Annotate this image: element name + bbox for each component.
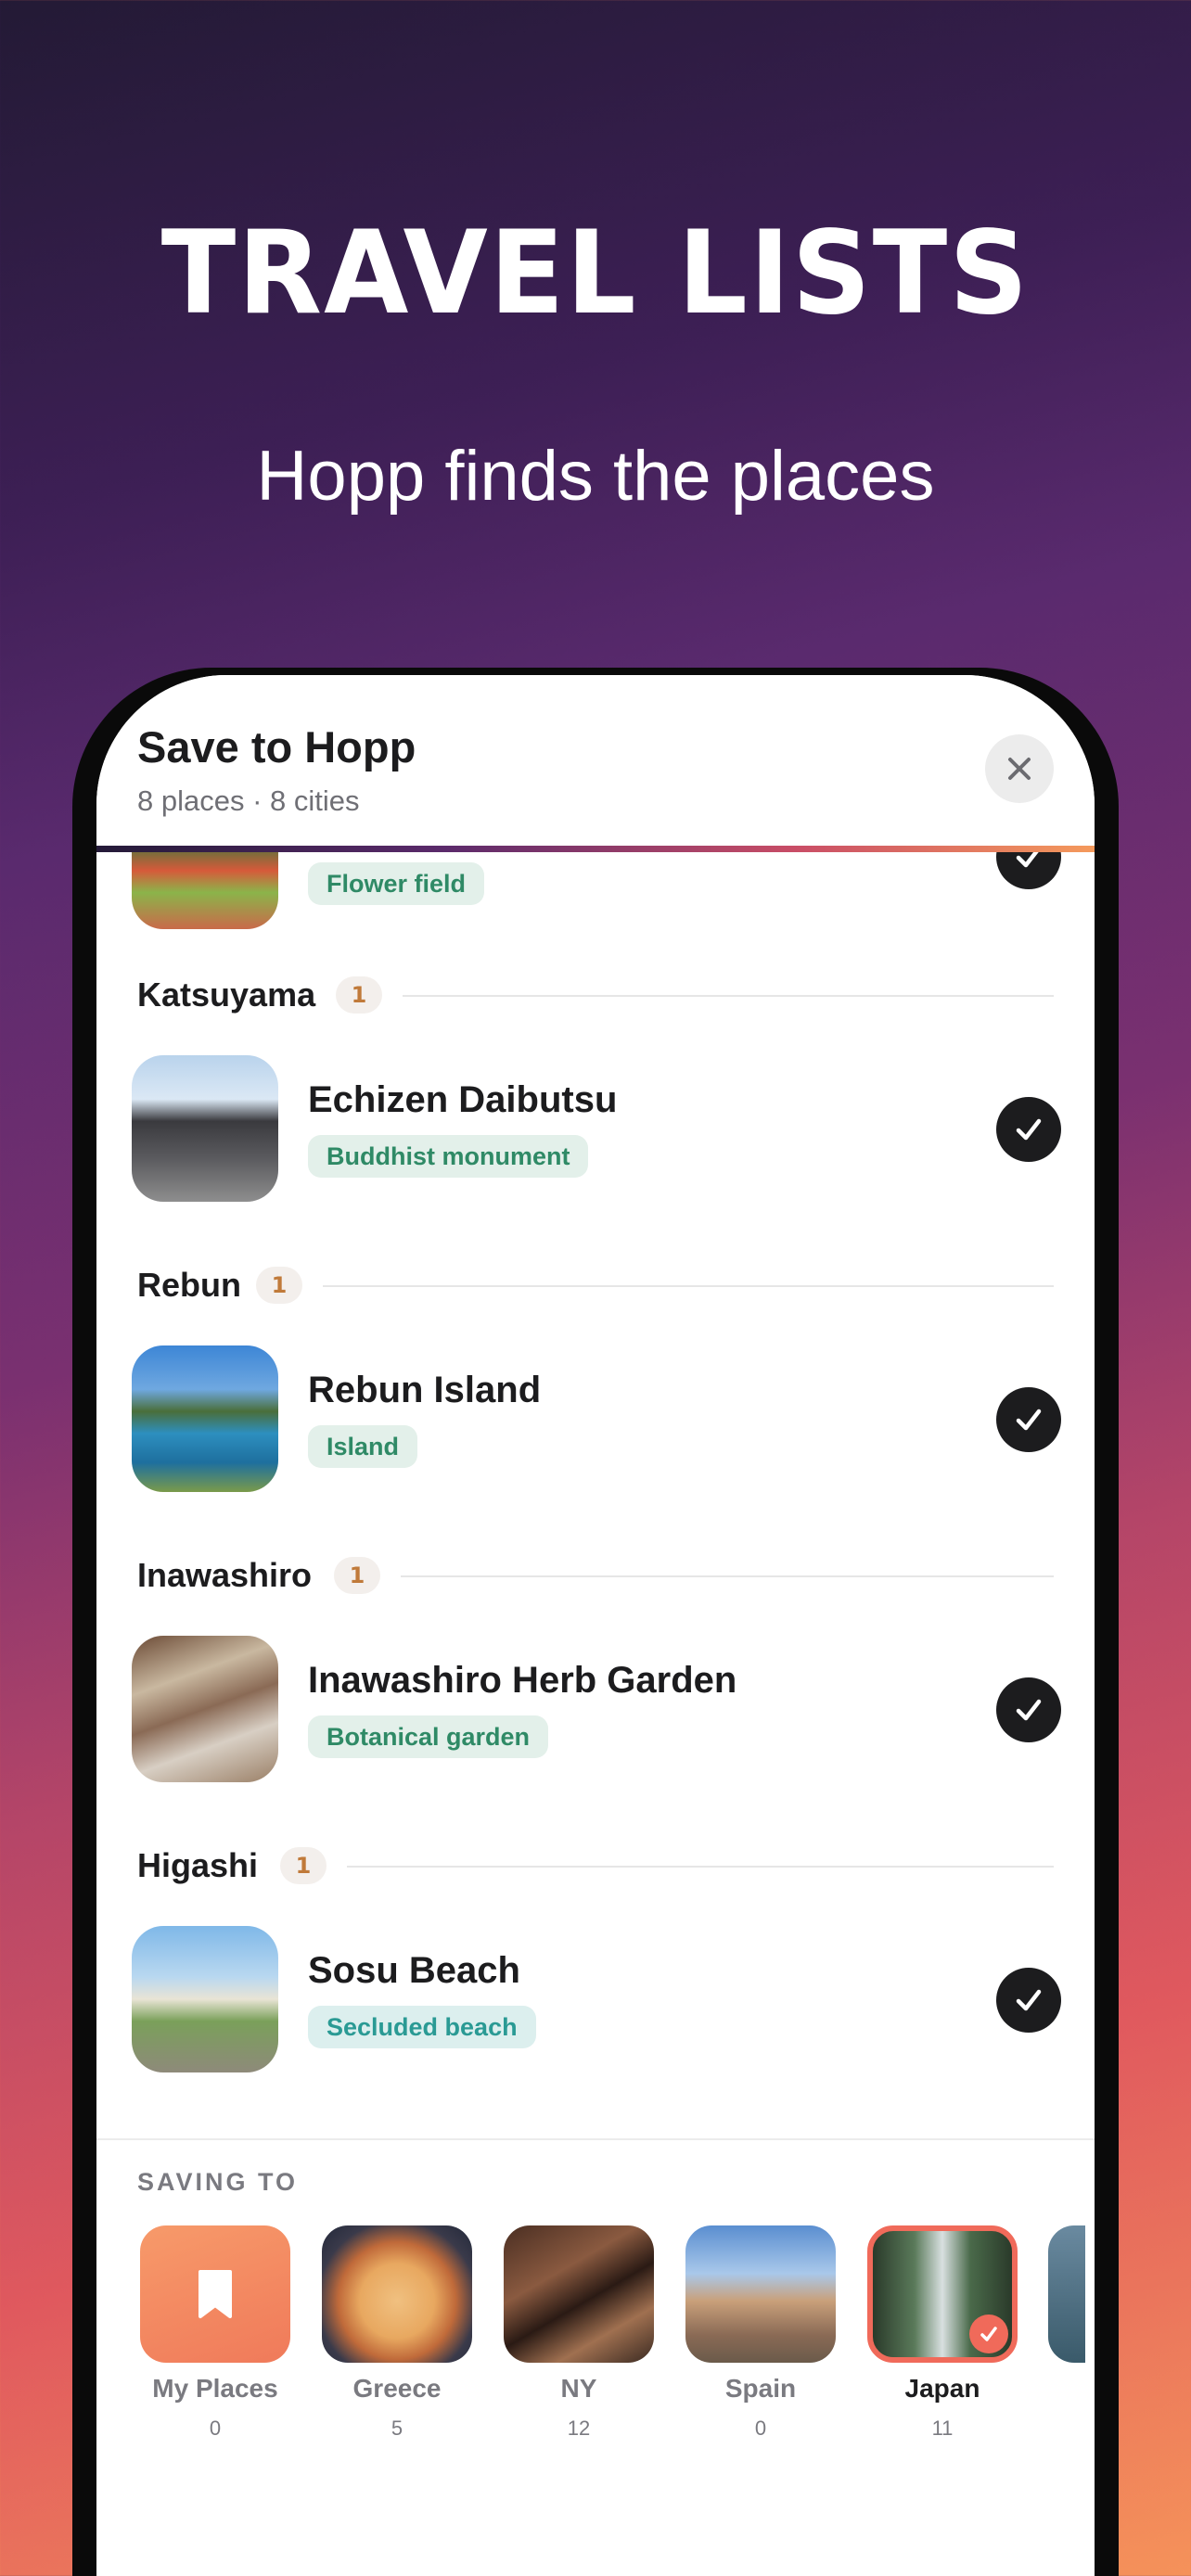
checkmark-icon	[1016, 1699, 1042, 1721]
selected-check[interactable]	[996, 1097, 1061, 1162]
place-thumbnail	[132, 1055, 278, 1202]
section-count-badge: 1	[336, 976, 382, 1014]
place-tag: Flower field	[308, 862, 485, 905]
selected-check[interactable]	[996, 1968, 1061, 2033]
place-tag: Island	[308, 1425, 418, 1468]
section-divider	[347, 1866, 1054, 1868]
checkmark-icon	[1016, 1409, 1042, 1431]
place-tag: Botanical garden	[308, 1715, 549, 1758]
section-header: Higashi 1	[96, 1843, 1095, 1889]
place-thumbnail	[132, 1926, 278, 2072]
selected-check[interactable]	[996, 1677, 1061, 1742]
place-row[interactable]: Echizen Daibutsu Buddhist monument	[96, 1055, 1095, 1204]
list-card-partial[interactable]	[1048, 2225, 1085, 2363]
section-city: Inawashiro	[137, 1556, 313, 1594]
place-name: Sosu Beach	[308, 1950, 520, 1991]
list-thumbnail	[322, 2225, 472, 2363]
section-city: Higashi	[137, 1846, 259, 1884]
checkmark-icon	[1016, 1989, 1042, 2011]
list-count: 11	[931, 2417, 954, 2440]
list-thumbnail	[685, 2225, 836, 2363]
sheet-header: Save to Hopp 8 places · 8 cities	[96, 675, 1095, 851]
list-card-my-places[interactable]: My Places 0	[139, 2225, 291, 2441]
save-sheet: Save to Hopp 8 places · 8 cities Flower …	[96, 675, 1095, 2576]
selected-list-check	[969, 2315, 1008, 2353]
section-count-badge: 1	[280, 1847, 327, 1884]
saving-to-footer: SAVING TO My Places 0 Greece 5 NY 12 Spa…	[96, 2138, 1095, 2576]
section-city: Katsuyama	[137, 976, 316, 1014]
place-row[interactable]: Inawashiro Herb Garden Botanical garden	[96, 1636, 1095, 1784]
list-count: 12	[567, 2417, 591, 2440]
close-button[interactable]	[985, 734, 1054, 803]
section-count-badge: 1	[334, 1557, 380, 1594]
list-card-spain[interactable]: Spain 0	[685, 2225, 837, 2441]
list-count: 0	[209, 2417, 222, 2440]
section-count-badge: 1	[256, 1267, 302, 1304]
close-icon	[1008, 758, 1031, 780]
checkmark-icon	[1016, 851, 1040, 868]
sheet-subtitle: 8 places · 8 cities	[137, 784, 360, 817]
section-city: Rebun	[137, 1266, 241, 1304]
sheet-title: Save to Hopp	[137, 722, 416, 772]
subline: Hopp finds the places	[256, 437, 935, 516]
list-name: Greece	[352, 2374, 442, 2403]
list-name: My Places	[152, 2374, 278, 2403]
list-name: Japan	[904, 2374, 980, 2403]
place-name: Rebun Island	[308, 1370, 542, 1410]
list-thumbnail	[140, 2225, 290, 2363]
headline: TRAVEL LISTS	[160, 205, 1031, 340]
section-divider	[403, 995, 1054, 997]
place-row[interactable]: Sosu Beach Secluded beach	[96, 1926, 1095, 2074]
place-name: Echizen Daibutsu	[308, 1079, 618, 1120]
list-card-ny[interactable]: NY 12	[503, 2225, 655, 2441]
list-name: Spain	[724, 2374, 797, 2403]
place-thumbnail	[132, 851, 278, 929]
places-list[interactable]: Flower field Katsuyama 1 Echizen Daibuts…	[96, 851, 1095, 1890]
selected-check[interactable]	[996, 851, 1061, 889]
place-name: Inawashiro Herb Garden	[308, 1660, 737, 1701]
checkmark-icon	[1016, 1118, 1042, 1141]
place-tag: Secluded beach	[308, 2006, 536, 2048]
checkmark-icon	[980, 2327, 997, 2341]
section-header: Rebun 1	[96, 1262, 1095, 1308]
list-card-japan[interactable]: Japan 11	[866, 2225, 1018, 2441]
selected-check[interactable]	[996, 1387, 1061, 1452]
section-divider	[401, 1575, 1054, 1577]
list-thumbnail	[867, 2225, 1018, 2363]
list-name: NY	[560, 2374, 597, 2403]
list-thumbnail	[1048, 2225, 1085, 2363]
list-card-greece[interactable]: Greece 5	[321, 2225, 473, 2441]
place-thumbnail	[132, 1345, 278, 1492]
place-tag: Buddhist monument	[308, 1135, 589, 1178]
place-row-partial[interactable]: Flower field	[96, 851, 1095, 931]
place-row[interactable]: Rebun Island Island	[96, 1345, 1095, 1494]
place-thumbnail	[132, 1636, 278, 1782]
list-count: 0	[754, 2417, 767, 2440]
section-divider	[323, 1285, 1054, 1287]
section-header: Inawashiro 1	[96, 1552, 1095, 1599]
bookmark-icon	[198, 2270, 232, 2318]
section-header: Katsuyama 1	[96, 972, 1095, 1018]
progress-bar	[96, 846, 1095, 852]
saving-to-heading: SAVING TO	[137, 2168, 299, 2196]
list-count: 5	[391, 2417, 403, 2440]
list-thumbnail	[504, 2225, 654, 2363]
